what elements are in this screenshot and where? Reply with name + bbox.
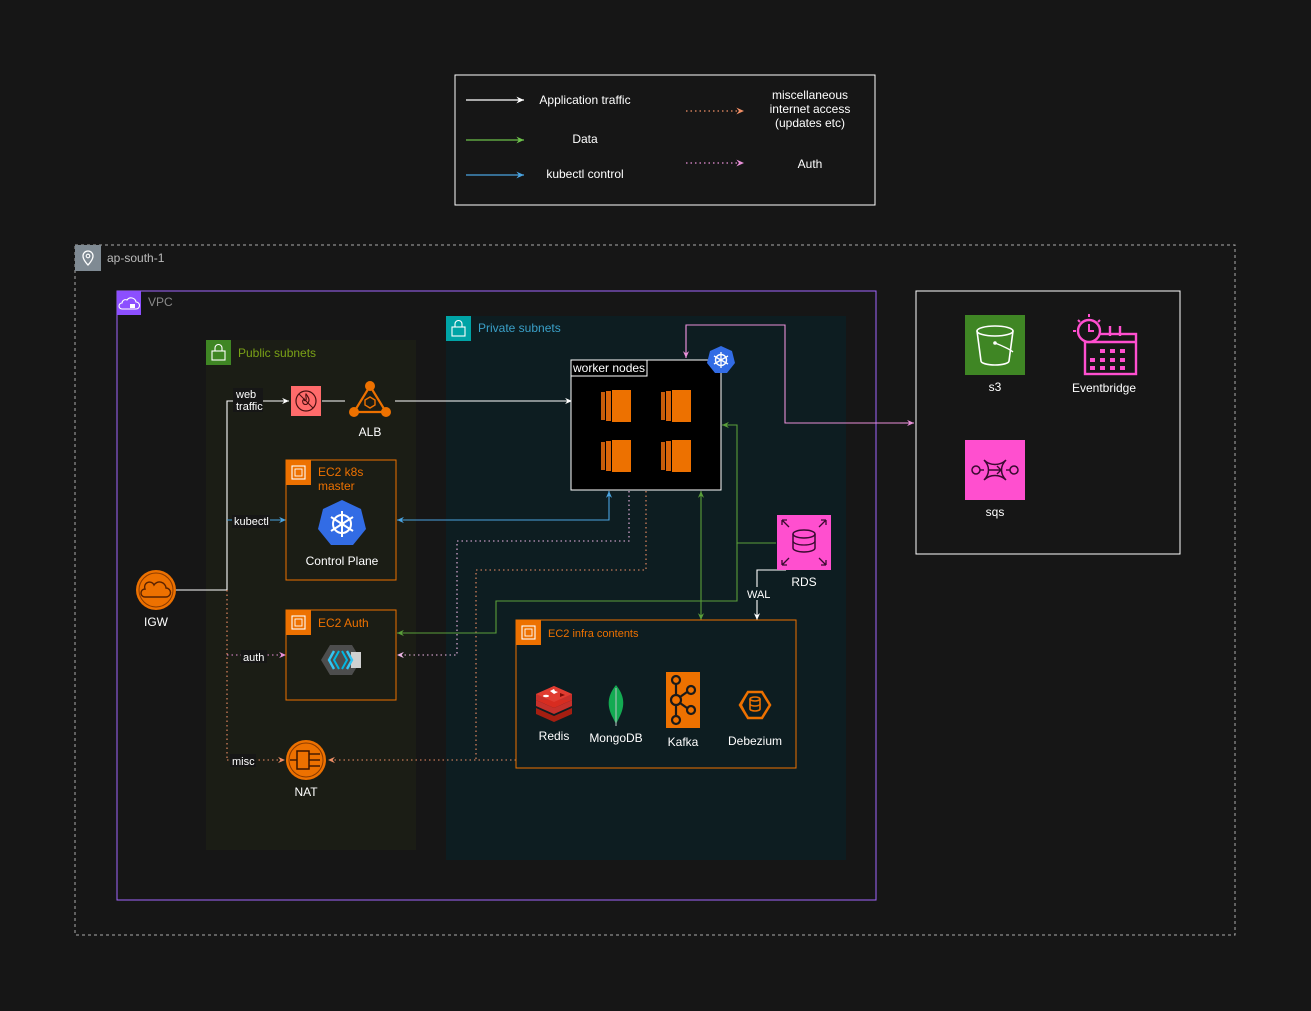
bucket-icon: [965, 315, 1025, 375]
cloud-lock-icon: [117, 291, 141, 315]
svg-text:WAL: WAL: [747, 589, 770, 601]
padlock-icon: [206, 340, 231, 365]
worker-nodes-group[interactable]: worker nodes: [570, 359, 722, 491]
eventbridge-label: Eventbridge: [1072, 381, 1136, 395]
architecture-diagram: Application traffic Data kubectl control…: [0, 0, 1311, 1011]
kafka-node[interactable]: Kafka: [666, 672, 700, 749]
padlock-icon: [446, 316, 471, 341]
eventbridge-node[interactable]: Eventbridge: [1072, 314, 1138, 395]
worker-nodes-border: [570, 359, 722, 491]
svg-text:kubectl: kubectl: [234, 516, 269, 528]
redis-label: Redis: [539, 729, 570, 743]
igw-node[interactable]: IGW: [136, 570, 176, 629]
kafka-label: Kafka: [668, 735, 699, 749]
calendar-clock-icon: [1073, 314, 1138, 376]
queue-icon: [965, 440, 1025, 500]
alb-label: ALB: [359, 425, 382, 439]
edge-label-web-traffic: web traffic: [233, 388, 263, 413]
external-services-box: [915, 290, 1181, 555]
private-subnets-label: Private subnets: [478, 321, 561, 335]
region-label: ap-south-1: [107, 251, 165, 265]
edge-label-wal: WAL: [745, 587, 772, 601]
chip-icon: [286, 460, 311, 485]
worker-nodes-label: worker nodes: [572, 361, 645, 375]
debezium-label: Debezium: [728, 734, 782, 748]
mongodb-label: MongoDB: [589, 731, 642, 745]
cloud-gateway-icon: [136, 570, 176, 610]
edge-label-auth: auth: [241, 650, 267, 664]
igw-label: IGW: [144, 615, 169, 629]
edge-label-kubectl: kubectl: [232, 515, 270, 528]
control-plane-label: Control Plane: [306, 554, 379, 568]
legend: Application traffic Data kubectl control…: [454, 74, 876, 206]
legend-data-label: Data: [572, 132, 598, 146]
firewall-icon[interactable]: [291, 386, 321, 416]
svg-text:misc: misc: [232, 756, 255, 768]
s3-node[interactable]: s3: [965, 315, 1025, 394]
legend-auth-label: Auth: [798, 157, 823, 171]
legend-kubectl-label: kubectl control: [546, 167, 623, 181]
legend-misc-label: miscellaneous internet access (updates etc…: [770, 88, 851, 130]
svg-text:auth: auth: [243, 652, 264, 664]
ec2-infra-label: EC2 infra contents: [548, 628, 639, 640]
nat-gateway-icon: [286, 740, 326, 780]
diagram-svg: Application traffic Data kubectl control…: [74, 74, 1236, 936]
sqs-label: sqs: [986, 505, 1005, 519]
edge-label-misc: misc: [230, 754, 256, 768]
vpc-label: VPC: [148, 295, 173, 309]
rds-label: RDS: [791, 575, 816, 589]
s3-label: s3: [989, 380, 1002, 394]
public-subnets-label: Public subnets: [238, 346, 316, 360]
sqs-node[interactable]: sqs: [965, 440, 1025, 519]
ec2-auth-label: EC2 Auth: [318, 616, 369, 630]
chip-icon: [286, 610, 311, 635]
location-pin-icon: [75, 245, 101, 271]
legend-app-label: Application traffic: [539, 93, 630, 107]
database-icon: [777, 515, 831, 570]
nat-label: NAT: [294, 785, 318, 799]
chip-icon: [516, 620, 541, 645]
kafka-icon: [666, 672, 700, 728]
